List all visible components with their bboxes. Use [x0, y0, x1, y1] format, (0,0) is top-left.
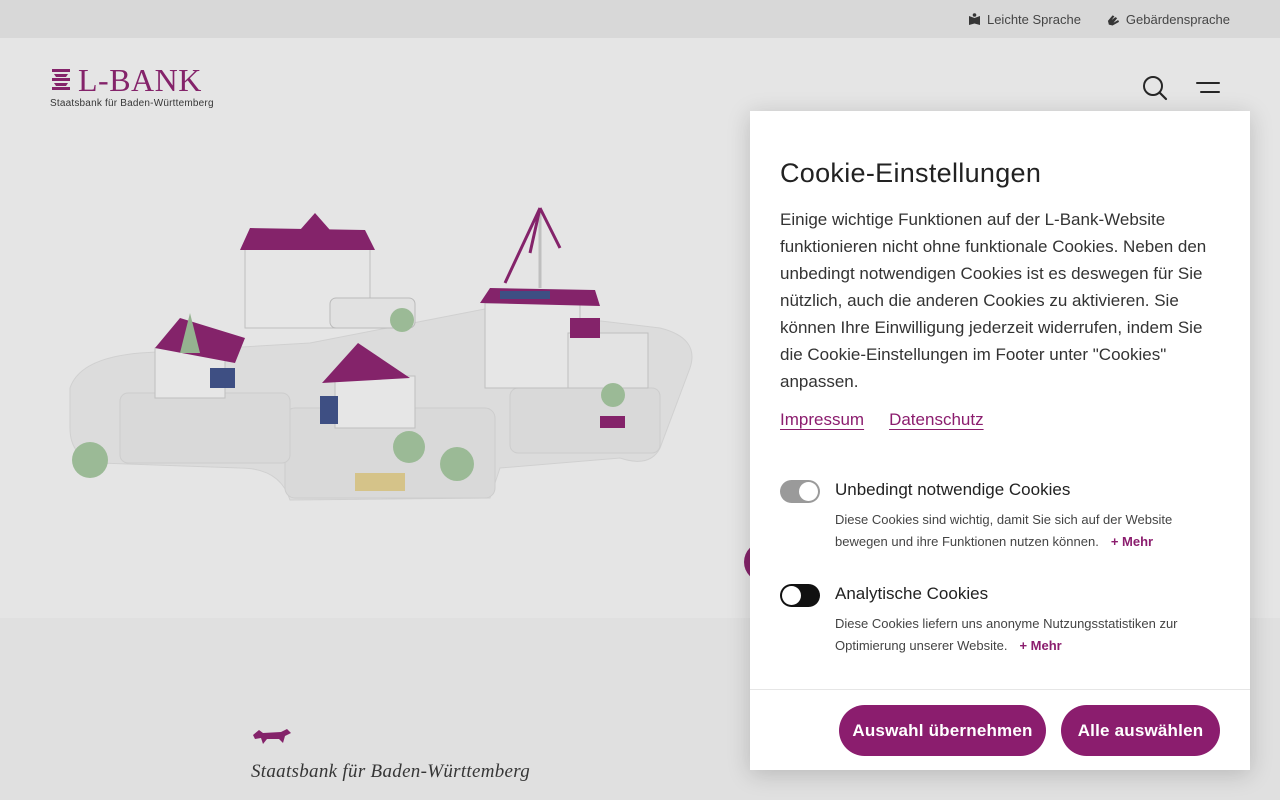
cookie-option-description: Diese Cookies sind wichtig, damit Sie si…	[835, 509, 1215, 553]
toggle-knob	[799, 482, 818, 501]
save-selection-button[interactable]: Auswahl übernehmen	[839, 705, 1046, 756]
cookie-option-description-text: Diese Cookies liefern uns anonyme Nutzun…	[835, 616, 1178, 653]
cookie-option-title: Unbedingt notwendige Cookies	[835, 480, 1071, 499]
necessary-cookies-toggle[interactable]	[780, 480, 820, 503]
cookie-dialog-footer: Auswahl übernehmen Alle auswählen	[750, 689, 1250, 770]
more-link[interactable]: + Mehr	[1111, 534, 1153, 549]
cookie-dialog-title: Cookie-Einstellungen	[780, 158, 1042, 188]
cookie-option-title: Analytische Cookies	[835, 584, 989, 603]
cookie-option-description: Diese Cookies liefern uns anonyme Nutzun…	[835, 613, 1215, 657]
privacy-link[interactable]: Datenschutz	[889, 410, 984, 430]
select-all-button[interactable]: Alle auswählen	[1061, 705, 1220, 756]
cookie-settings-dialog: Cookie-Einstellungen Einige wichtige Fun…	[750, 111, 1250, 770]
analytics-cookies-toggle[interactable]	[780, 584, 820, 607]
legal-links: Impressum Datenschutz	[780, 410, 984, 430]
toggle-knob	[782, 586, 801, 605]
imprint-link[interactable]: Impressum	[780, 410, 864, 430]
cookie-dialog-intro: Einige wichtige Funktionen auf der L-Ban…	[780, 210, 1207, 391]
more-link[interactable]: + Mehr	[1019, 638, 1061, 653]
